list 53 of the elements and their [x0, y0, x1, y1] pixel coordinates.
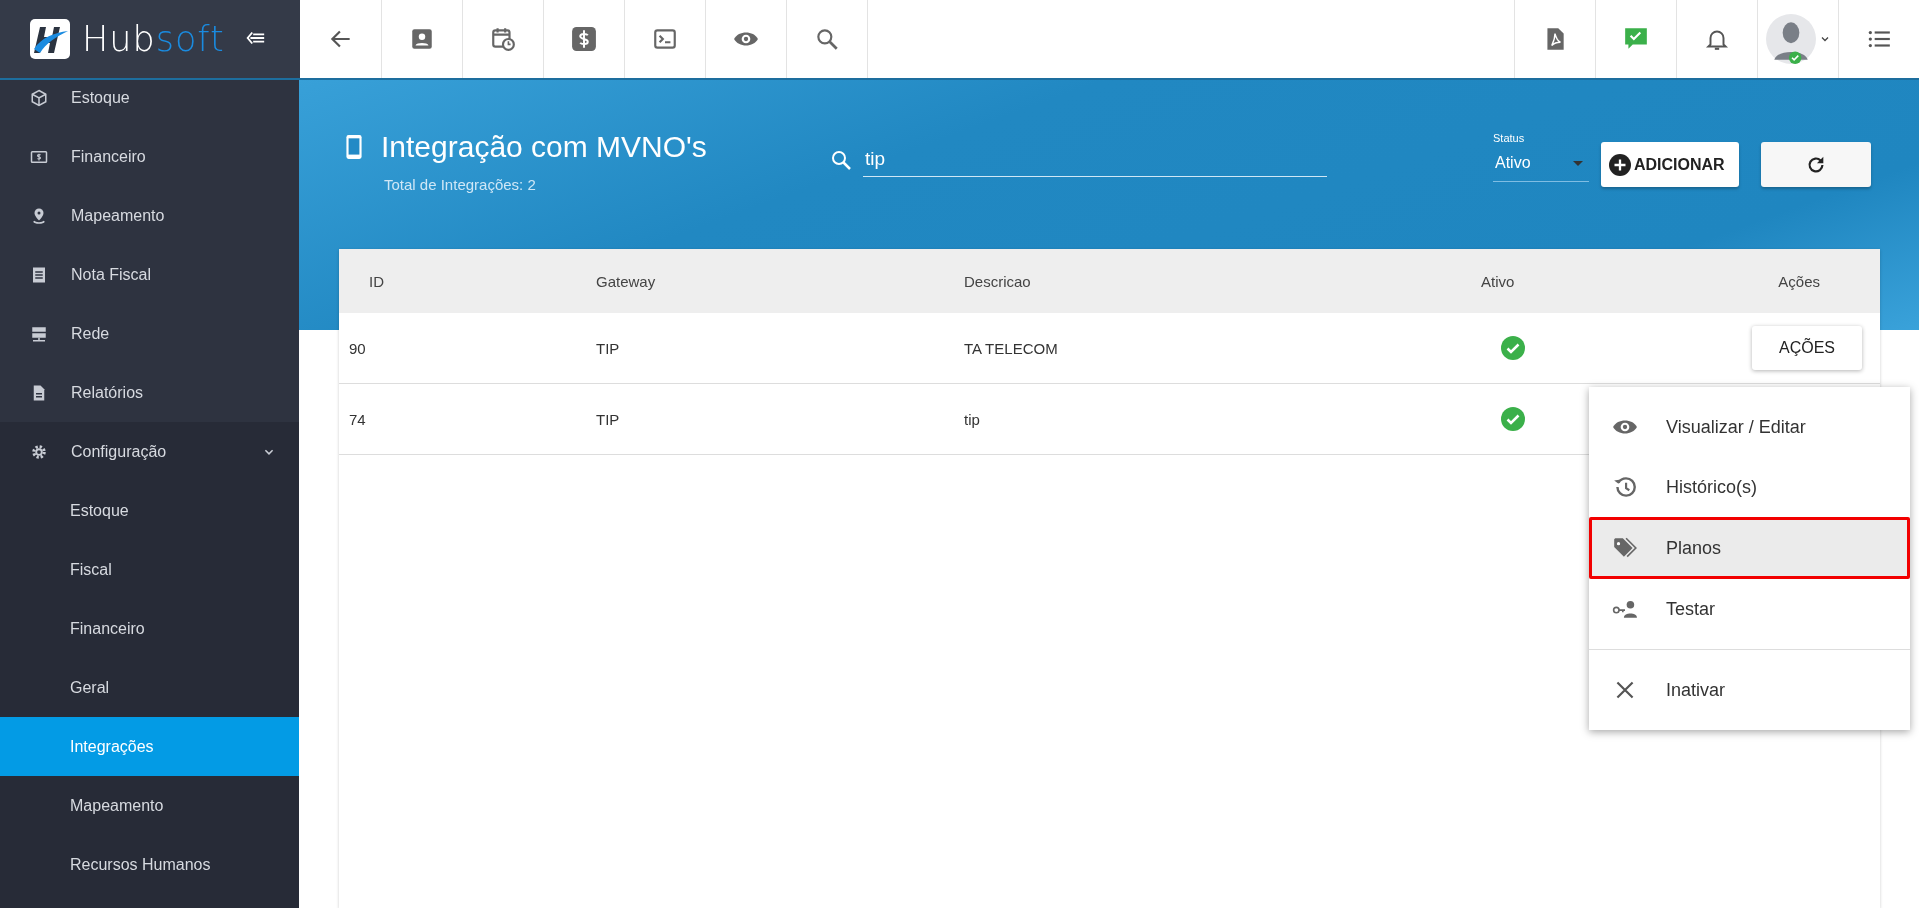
sidebar-subitem[interactable]: Fiscal — [0, 540, 299, 599]
sidebar-subitem[interactable]: Geral — [0, 658, 299, 717]
logo-icon — [30, 19, 70, 59]
cube-icon — [30, 88, 48, 107]
add-button[interactable]: ADICIONAR — [1601, 142, 1739, 187]
table-cell-text: 90 — [348, 339, 367, 357]
table-cell-text: 74 — [348, 410, 367, 428]
refresh-button[interactable] — [1761, 142, 1871, 187]
menu-item[interactable]: Histórico(s) — [1589, 457, 1910, 517]
calendar-clock-icon — [490, 26, 516, 52]
sidebar-item[interactable]: Mapeamento — [0, 186, 299, 245]
sidebar-item[interactable]: Relatórios — [0, 363, 299, 422]
status-select[interactable]: Ativo — [1493, 150, 1589, 182]
contact-card-icon — [409, 26, 435, 52]
sidebar-subitem[interactable]: Estoque — [0, 481, 299, 540]
plus-circle-icon — [1609, 153, 1631, 176]
column-header: Descricao — [964, 272, 1032, 290]
page-title: Integração com MVNO's — [381, 130, 707, 164]
sidebar-subitem[interactable]: Financeiro — [0, 599, 299, 658]
chat-check-icon — [1623, 26, 1649, 52]
actions-button[interactable]: AÇÕES — [1752, 326, 1862, 370]
sidebar-subitem[interactable]: Recursos Humanos — [0, 835, 299, 894]
sidebar-subitem[interactable]: Mapeamento — [0, 776, 299, 835]
table-cell-text: TA TELECOM — [964, 339, 1059, 357]
dollar-icon — [571, 26, 597, 52]
column-header: Ações — [1777, 272, 1821, 290]
menu-item[interactable]: Testar — [1589, 579, 1910, 639]
brand-name: Hubsoft — [82, 19, 225, 59]
column-header: Gateway — [596, 272, 657, 290]
menu-item[interactable]: Planos — [1589, 517, 1910, 579]
receipt-icon — [30, 265, 48, 284]
column-header: ID — [368, 272, 385, 290]
avatar-silhouette-icon — [1766, 14, 1816, 64]
column-header: Ativo — [1481, 272, 1516, 290]
caret-icon — [1820, 34, 1830, 44]
total-count-text: Total de Integrações: 2 — [384, 176, 537, 193]
table-cell-text: TIP — [596, 410, 621, 428]
sidebar-item[interactable]: Rede — [0, 304, 299, 363]
server-icon — [30, 324, 48, 343]
gear-icon — [30, 442, 48, 461]
sidebar-item[interactable]: Nota Fiscal — [0, 245, 299, 304]
sidebar-item[interactable]: Estoque — [0, 80, 299, 127]
search-field[interactable]: tip — [863, 142, 1327, 177]
status-label: Status — [1493, 132, 1526, 144]
table-cell-text: TIP — [596, 339, 621, 357]
terminal-icon — [652, 26, 678, 52]
search-icon — [814, 26, 840, 52]
history-icon — [1612, 474, 1638, 500]
menu-item[interactable]: Inativar — [1589, 660, 1910, 720]
map-pin-icon — [30, 206, 48, 225]
table-cell-text: tip — [964, 410, 981, 428]
menu-item[interactable]: Visualizar / Editar — [1589, 397, 1910, 457]
sidebar-item[interactable]: Financeiro — [0, 127, 299, 186]
